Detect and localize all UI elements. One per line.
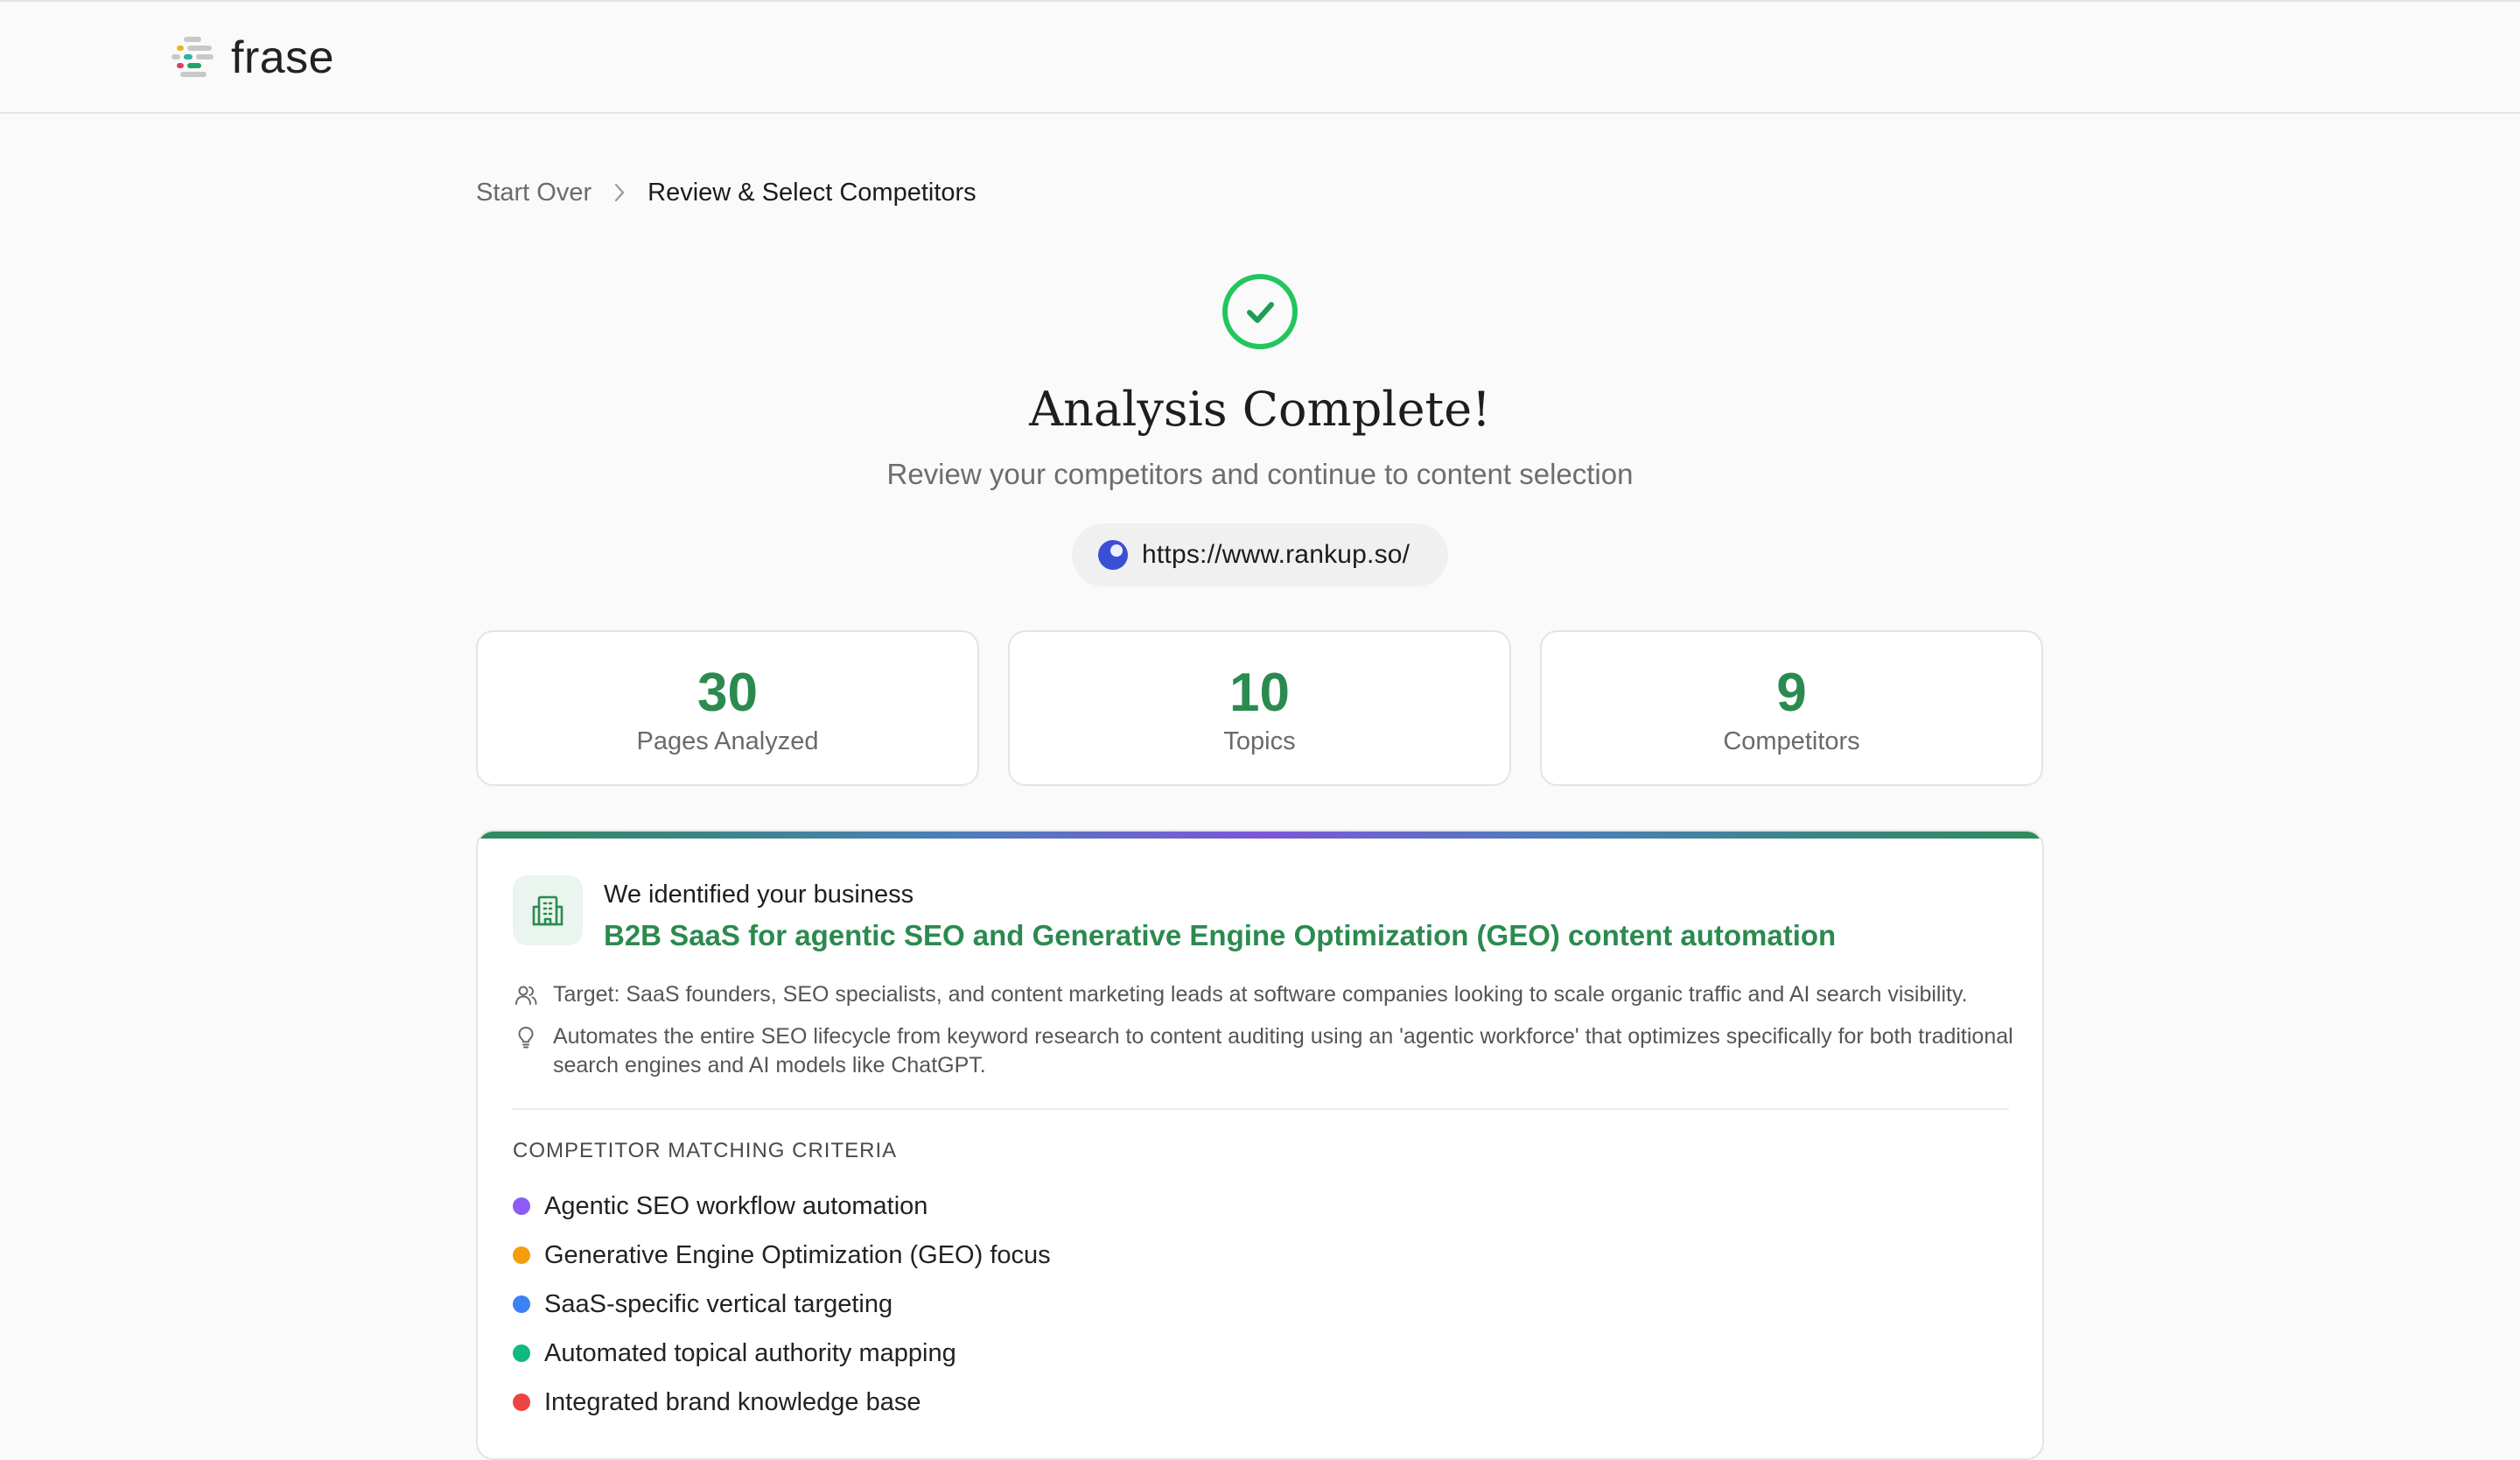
stat-value: 9 <box>1776 663 1807 723</box>
green-dot-icon <box>513 1344 530 1362</box>
criteria-item: Automated topical authority mapping <box>513 1336 956 1371</box>
frase-logo-icon <box>168 32 220 84</box>
business-heading: We identified your business <box>604 881 914 909</box>
building-icon <box>513 875 583 945</box>
stat-value: 10 <box>1229 663 1290 723</box>
breadcrumb: Start Over Review & Select Competitors <box>476 175 976 210</box>
chevron-right-icon <box>602 175 637 210</box>
criteria-item-label: Integrated brand knowledge base <box>544 1388 921 1416</box>
analyzed-url: https://www.rankup.so/ <box>1142 540 1410 569</box>
red-dot-icon <box>513 1393 530 1411</box>
business-target: Target: SaaS founders, SEO specialists, … <box>553 982 1968 1007</box>
top-bar: frase <box>0 0 2520 114</box>
breadcrumb-current: Review & Select Competitors <box>648 179 976 207</box>
frase-logo[interactable]: frase <box>168 32 334 84</box>
target-row: Target: SaaS founders, SEO specialists, … <box>513 980 2040 1009</box>
stat-card-pages: 30 Pages Analyzed <box>476 630 979 786</box>
criteria-item: Generative Engine Optimization (GEO) foc… <box>513 1238 1051 1273</box>
brand-name: frase <box>231 32 335 83</box>
business-description: Automates the entire SEO lifecycle from … <box>553 1024 2013 1077</box>
criteria-item-label: Automated topical authority mapping <box>544 1339 956 1367</box>
business-name: B2B SaaS for agentic SEO and Generative … <box>604 919 1837 951</box>
analyzed-url-pill: https://www.rankup.so/ <box>1072 523 1448 586</box>
page-title: Analysis Complete! <box>1029 382 1491 437</box>
section-divider <box>513 1108 2009 1110</box>
stat-card-competitors: 9 Competitors <box>1540 630 2043 786</box>
description-row: Automates the entire SEO lifecycle from … <box>513 1022 2040 1080</box>
users-icon <box>513 980 539 1009</box>
criteria-item: Agentic SEO workflow automation <box>513 1189 928 1224</box>
stat-label: Topics <box>1223 727 1296 755</box>
stat-label: Competitors <box>1723 727 1860 755</box>
lightbulb-icon <box>513 1022 539 1051</box>
stat-value: 30 <box>697 663 758 723</box>
blue-dot-icon <box>513 1295 530 1313</box>
breadcrumb-start-over[interactable]: Start Over <box>476 175 592 210</box>
site-favicon-icon <box>1098 540 1128 570</box>
page-subtitle: Review your competitors and continue to … <box>886 458 1634 490</box>
criteria-item: Integrated brand knowledge base <box>513 1385 920 1420</box>
stat-label: Pages Analyzed <box>636 727 819 755</box>
criteria-item-label: SaaS-specific vertical targeting <box>544 1290 893 1318</box>
criteria-item-label: Agentic SEO workflow automation <box>544 1192 928 1220</box>
criteria-item-label: Generative Engine Optimization (GEO) foc… <box>544 1241 1051 1269</box>
orange-dot-icon <box>513 1246 530 1264</box>
criteria-heading: COMPETITOR MATCHING CRITERIA <box>513 1139 898 1162</box>
check-circle-icon <box>1222 273 1298 350</box>
card-accent-bar <box>478 832 2042 839</box>
criteria-item: SaaS-specific vertical targeting <box>513 1287 892 1322</box>
business-card: We identified your business B2B SaaS for… <box>476 830 2044 1460</box>
purple-dot-icon <box>513 1197 530 1215</box>
stat-card-topics: 10 Topics <box>1008 630 1511 786</box>
